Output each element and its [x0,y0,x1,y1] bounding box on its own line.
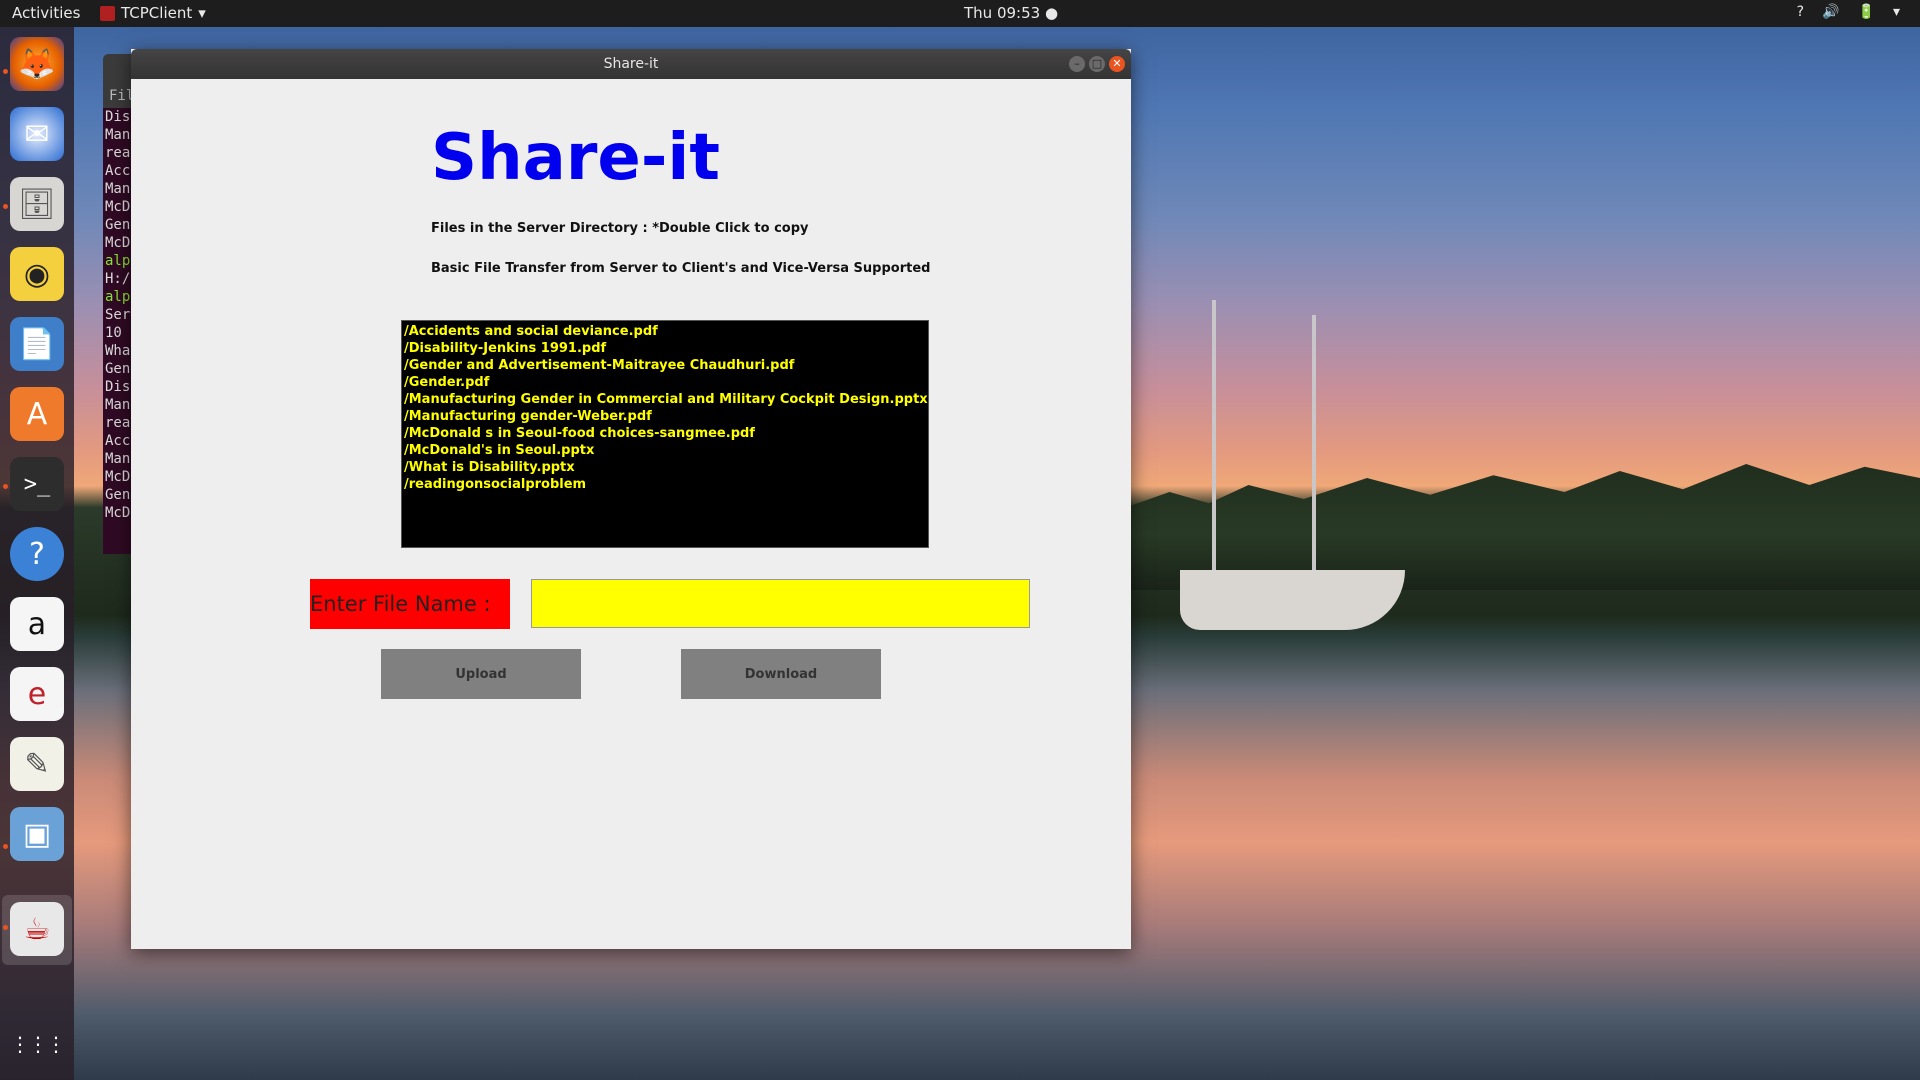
top-bar: Activities TCPClient ▾ Thu 09:53 ● ? 🔊 🔋… [0,0,1920,27]
file-list-item[interactable]: /Manufacturing gender-Weber.pdf [404,408,926,425]
help-status-icon: ? [1796,4,1805,20]
running-indicator [3,484,8,489]
volume-icon: 🔊 [1822,4,1840,20]
chevron-down-icon: ▾ [198,4,206,22]
thunderbird-icon[interactable]: ✉ [10,107,64,161]
filename-input[interactable] [531,579,1030,628]
amazon-icon[interactable]: a [10,597,64,651]
app-heading: Share-it [431,121,720,195]
app-menu[interactable]: TCPClient ▾ [100,4,206,22]
window-title: Share-it [603,56,659,72]
terminal-icon[interactable]: >_ [10,457,64,511]
app-menu-label: TCPClient [121,4,193,22]
running-indicator [3,925,8,930]
file-list-item[interactable]: /Gender.pdf [404,374,926,391]
show-apps-icon[interactable]: ⋮⋮⋮ [10,1017,66,1071]
window-titlebar[interactable]: Share-it – □ ✕ [131,49,1131,79]
firefox-icon[interactable]: 🦊 [10,37,64,91]
text-editor-icon[interactable]: ✎ [10,737,64,791]
file-list-item[interactable]: /McDonald's in Seoul.pptx [404,442,926,459]
share-it-window: Share-it – □ ✕ Share-it Files in the Ser… [131,49,1131,949]
system-menu-chevron-icon: ▾ [1892,4,1900,20]
ebook-reader-icon[interactable]: e [10,667,64,721]
java-icon[interactable]: ☕ [10,902,64,956]
file-list-item[interactable]: /Gender and Advertisement-Maitrayee Chau… [404,357,926,374]
software-center-icon[interactable]: A [10,387,64,441]
minimize-icon[interactable]: – [1069,56,1085,72]
running-indicator [3,69,8,74]
clock[interactable]: Thu 09:53 ● [964,4,1058,22]
download-button[interactable]: Download [681,649,881,699]
help-icon[interactable]: ? [10,527,64,581]
wallpaper-mast [1312,315,1316,590]
activities-button[interactable]: Activities [12,4,80,22]
transfer-info: Basic File Transfer from Server to Clien… [431,261,931,276]
file-list-item[interactable]: /What is Disability.pptx [404,459,926,476]
rhythmbox-icon[interactable]: ◉ [10,247,64,301]
virtualbox-icon[interactable]: ▣ [10,807,64,861]
server-directory-info: Files in the Server Directory : *Double … [431,221,809,236]
writer-icon[interactable]: 📄 [10,317,64,371]
close-icon[interactable]: ✕ [1109,56,1125,72]
filename-label: Enter File Name : [310,579,510,629]
running-indicator [3,204,8,209]
status-area[interactable]: ? 🔊 🔋 ▾ [1797,4,1900,20]
tcpclient-app-icon [100,5,115,21]
running-indicator [3,844,8,849]
server-file-list[interactable]: /Accidents and social deviance.pdf/Disab… [401,320,929,548]
dock: 🦊 ✉ 🗄 ◉ 📄 A >_ ? a e ✎ ▣ ☕ ⋮⋮⋮ [0,27,74,1080]
file-list-item[interactable]: /Accidents and social deviance.pdf [404,323,926,340]
wallpaper-boat [1180,570,1405,630]
maximize-icon[interactable]: □ [1089,56,1105,72]
file-list-item[interactable]: /Manufacturing Gender in Commercial and … [404,391,928,408]
file-list-item[interactable]: /McDonald s in Seoul-food choices-sangme… [404,425,926,442]
battery-icon: 🔋 [1857,4,1875,20]
wallpaper-mast [1212,300,1216,590]
upload-button[interactable]: Upload [381,649,581,699]
file-list-item[interactable]: /readingonsocialproblem [404,476,926,493]
files-icon[interactable]: 🗄 [10,177,64,231]
file-list-item[interactable]: /Disability-Jenkins 1991.pdf [404,340,926,357]
